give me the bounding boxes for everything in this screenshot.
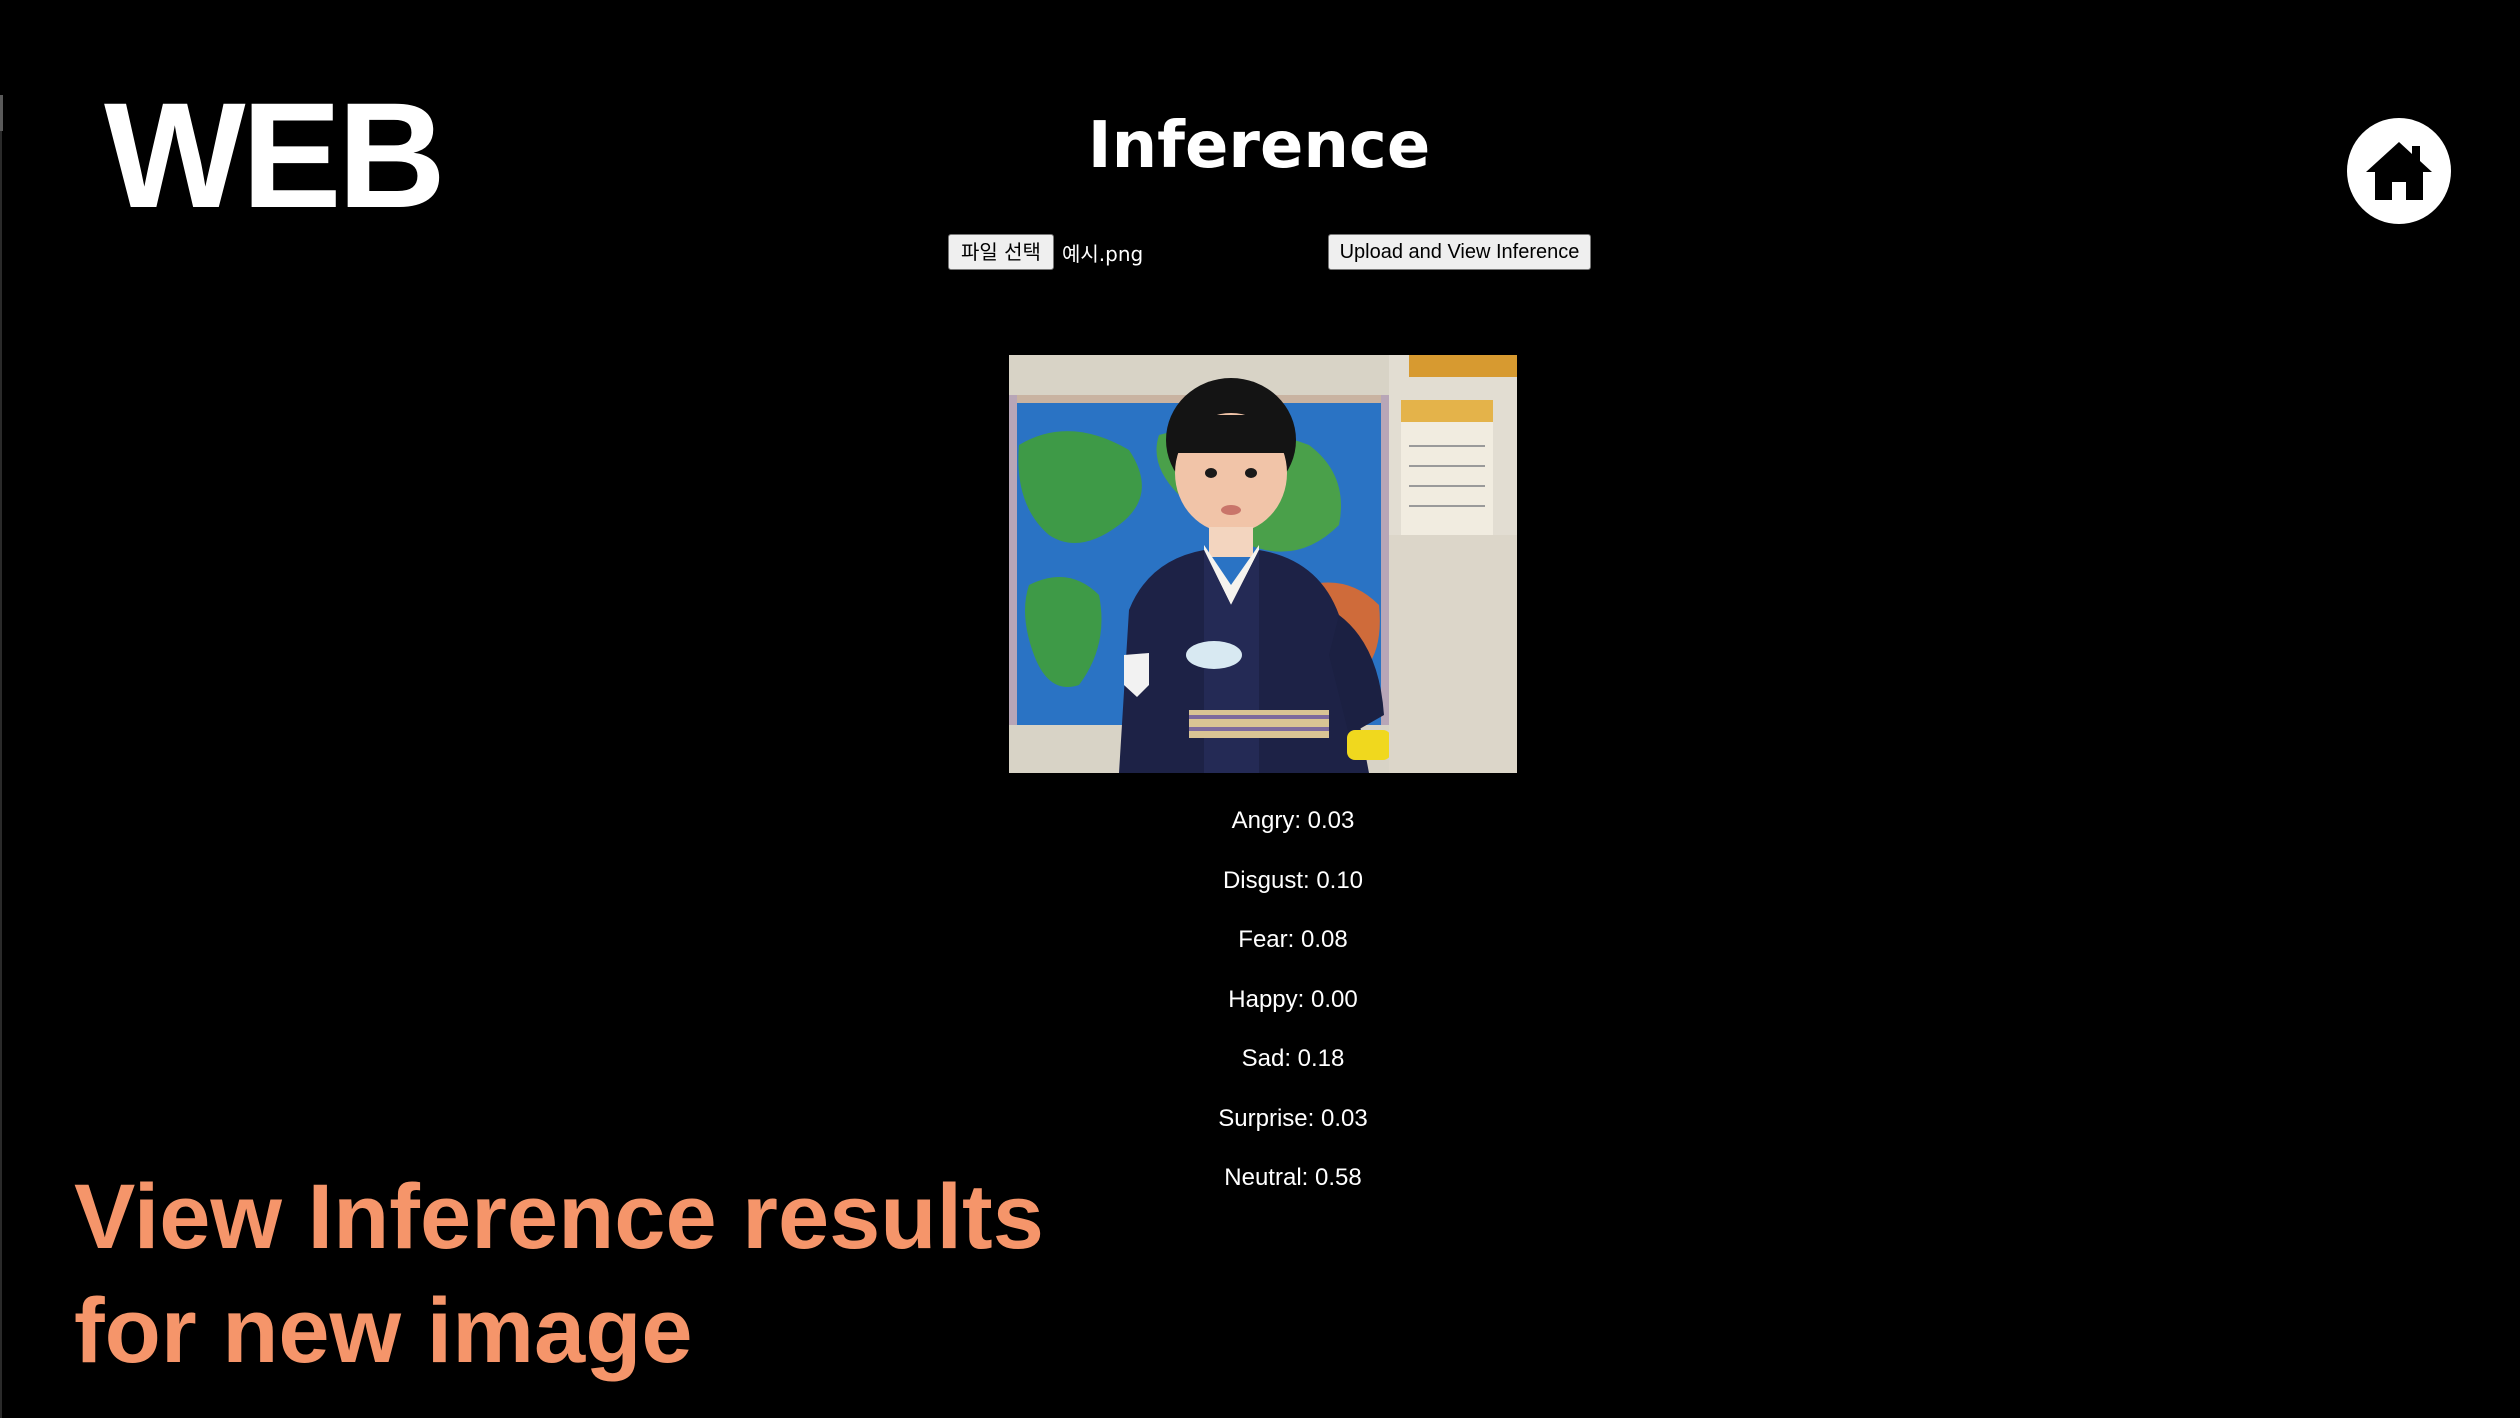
inference-results: Angry: 0.03 Disgust: 0.10 Fear: 0.08 Hap… xyxy=(1093,806,1493,1223)
result-sad: Sad: 0.18 xyxy=(1241,1045,1345,1072)
uploaded-image xyxy=(1009,355,1517,773)
result-disgust: Disgust: 0.10 xyxy=(1222,866,1364,894)
result-surprise: Surprise: 0.03 xyxy=(1218,1104,1368,1132)
choose-file-button[interactable]: 파일 선택 xyxy=(948,234,1054,270)
page-title: Inference xyxy=(1087,109,1431,183)
upload-view-inference-button[interactable]: Upload and View Inference xyxy=(1328,234,1591,270)
file-input[interactable]: 파일 선택 예시.png xyxy=(948,234,1143,270)
caption: View Inference results for new image xyxy=(74,1160,1044,1388)
page: WEB Inference 파일 선택 예시.png Upload and Vi… xyxy=(0,0,2520,1418)
result-happy: Happy: 0.00 xyxy=(1228,985,1358,1013)
home-button[interactable] xyxy=(2347,118,2451,224)
caption-line-1: View Inference results xyxy=(74,1166,1044,1268)
result-neutral: Neutral: 0.58 xyxy=(1224,1164,1362,1191)
result-fear: Fear: 0.08 xyxy=(1238,926,1348,953)
selected-file-name: 예시.png xyxy=(1061,241,1144,266)
home-icon xyxy=(2366,142,2432,200)
left-edge-border xyxy=(0,95,2,1418)
result-angry: Angry: 0.03 xyxy=(1231,807,1355,834)
caption-line-2: for new image xyxy=(74,1280,693,1382)
